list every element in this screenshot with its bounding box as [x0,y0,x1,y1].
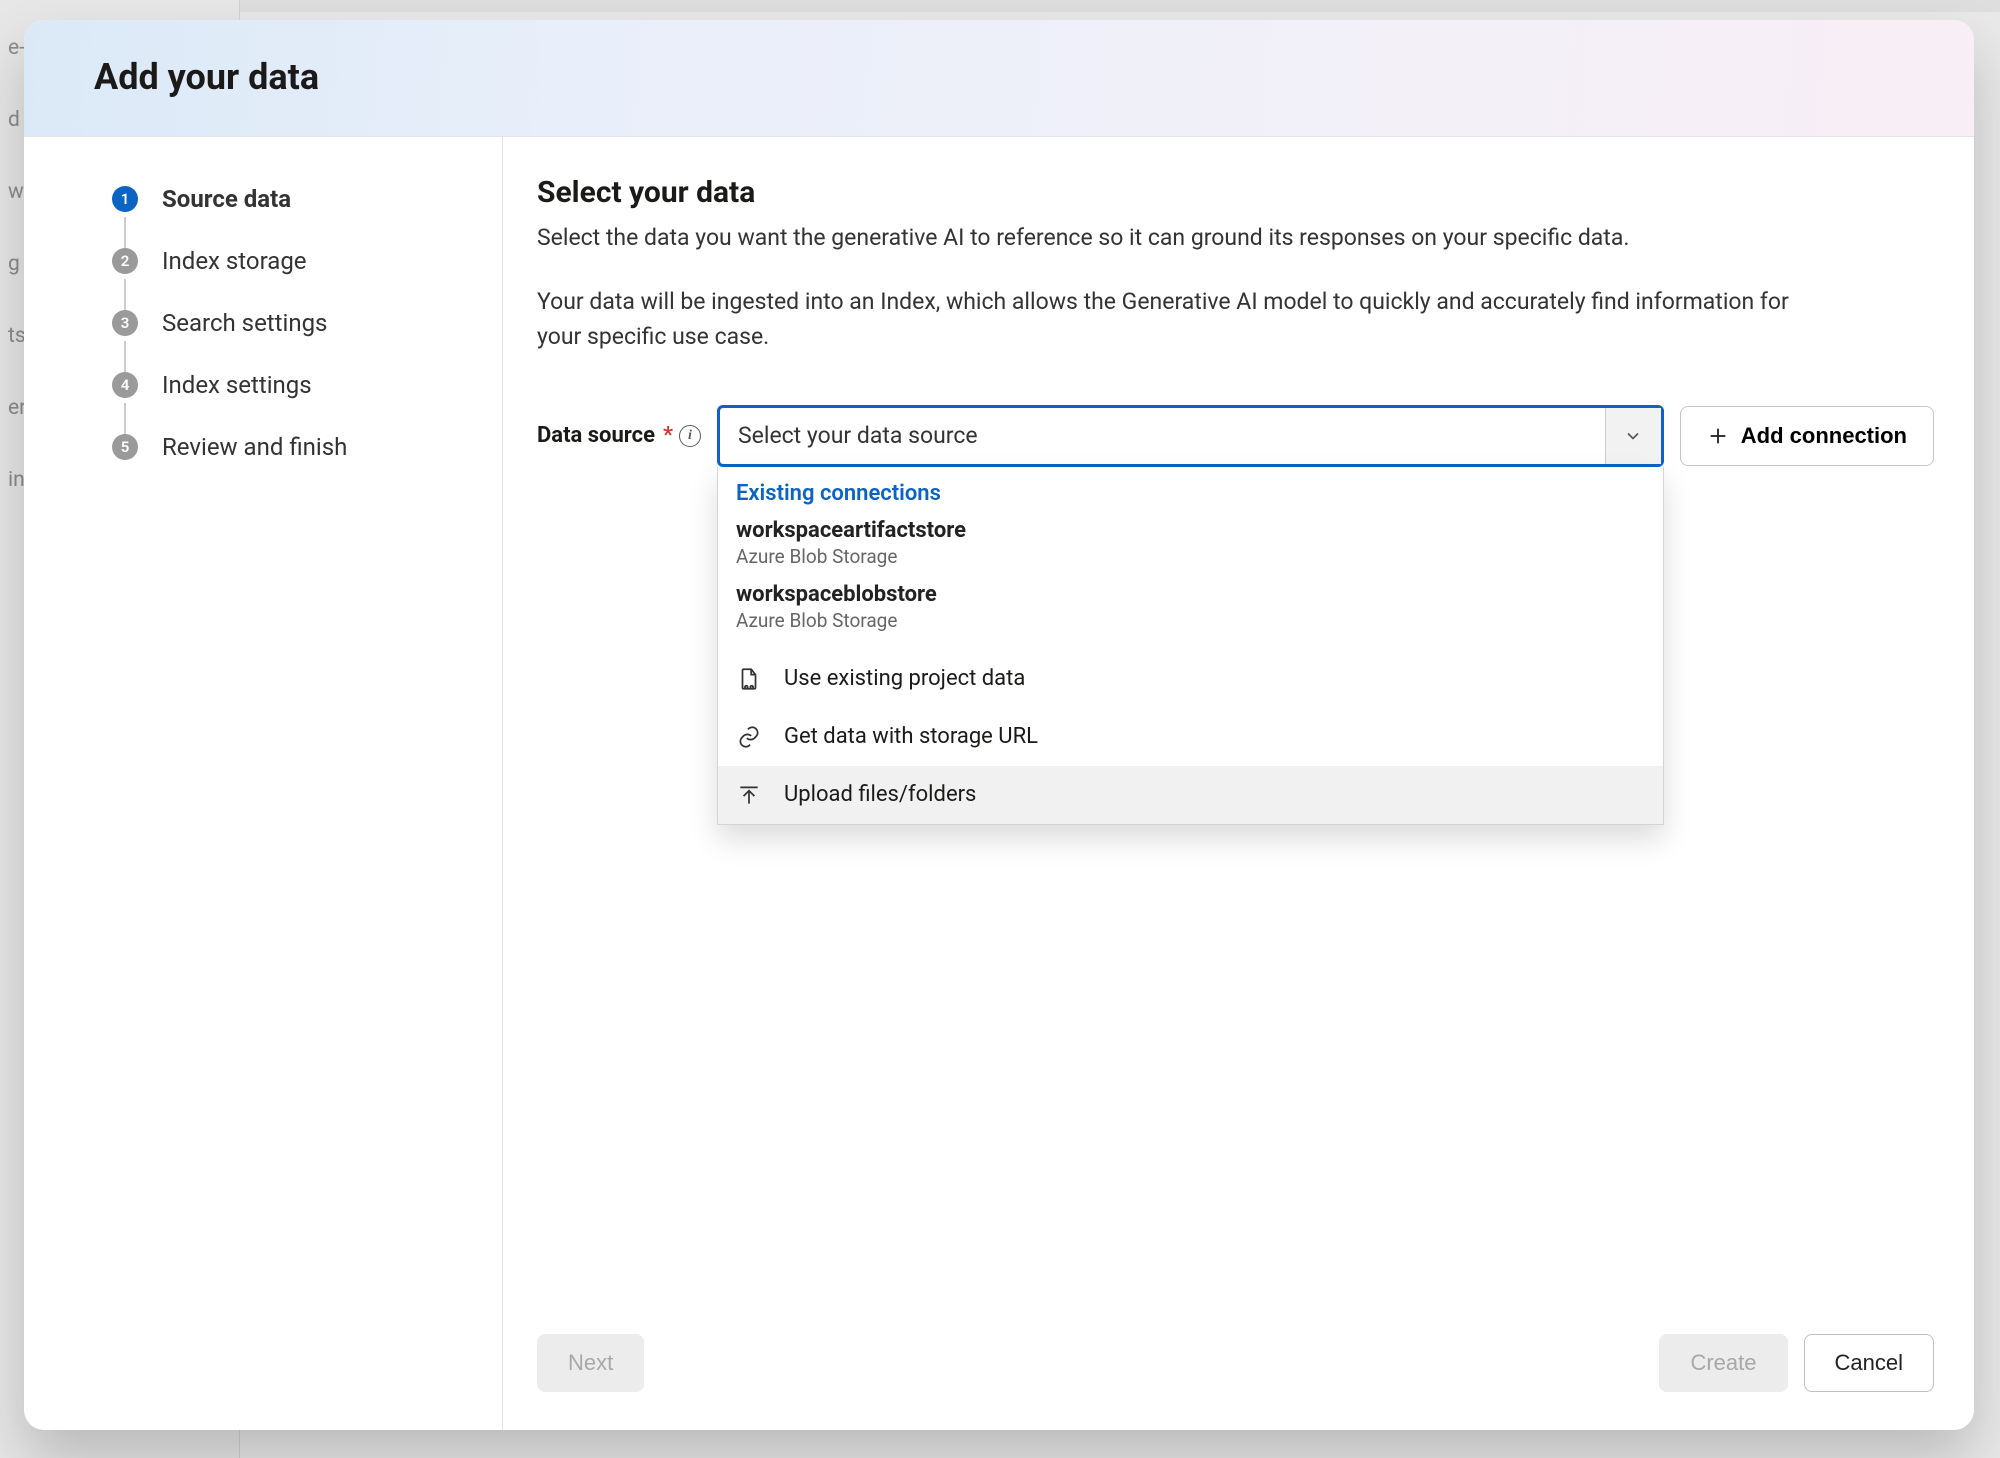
data-source-label: Data source * i [537,423,701,448]
step-number-badge: 5 [112,434,138,460]
step-label: Source data [162,185,291,213]
wizard-steps-nav: 1 Source data 2 Index storage 3 Search settin… [24,137,503,1430]
connection-option-workspaceartifactstore[interactable]: workspaceartifactstoreAzure Blob Storage [718,512,1663,576]
connection-name: workspaceartifactstore [736,518,1645,543]
data-source-combobox[interactable]: Select your data source [717,405,1664,467]
add-your-data-dialog: Add your data 1 Source data 2 Index storage… [24,20,1974,1430]
dropdown-action-get-data-with-storage-url[interactable]: Get data with storage URL [718,708,1663,766]
step-source-data[interactable]: 1 Source data [112,177,482,221]
step-label: Index storage [162,247,307,275]
data-source-dropdown: Existing connections workspaceartifactst… [717,467,1664,825]
step-index-storage[interactable]: 2 Index storage [112,239,482,283]
content-intro-2: Your data will be ingested into an Index… [537,284,1817,355]
content-heading: Select your data [537,175,1934,210]
step-label: Review and finish [162,433,347,461]
step-index-settings[interactable]: 4 Index settings [112,363,482,407]
cancel-button[interactable]: Cancel [1804,1334,1934,1392]
add-connection-button[interactable]: Add connection [1680,406,1934,466]
data-source-field-row: Data source * i Select your data source … [537,405,1934,467]
data-source-placeholder: Select your data source [720,408,1605,464]
dropdown-section-existing-connections: Existing connections [718,467,1663,512]
info-icon[interactable]: i [679,425,701,447]
content-intro-1: Select the data you want the generative … [537,220,1817,256]
dropdown-action-label: Upload files/folders [784,782,976,807]
background-top-strip [240,0,2000,12]
data-source-label-text: Data source [537,423,655,448]
wizard-step-content: Select your data Select the data you wan… [503,137,1974,1430]
wizard-footer: Next Create Cancel [537,1310,1934,1410]
connection-name: workspaceblobstore [736,582,1645,607]
connection-type: Azure Blob Storage [736,609,1645,632]
link-icon [736,724,762,750]
step-number-badge: 2 [112,248,138,274]
connection-option-workspaceblobstore[interactable]: workspaceblobstoreAzure Blob Storage [718,576,1663,640]
data-source-combobox-wrap: Select your data source Existing connect… [717,405,1664,467]
step-number-badge: 3 [112,310,138,336]
file-data-icon [736,666,762,692]
upload-icon [736,782,762,808]
chevron-down-icon [1605,408,1661,464]
dropdown-action-label: Get data with storage URL [784,724,1038,749]
add-connection-label: Add connection [1741,423,1907,449]
connection-type: Azure Blob Storage [736,545,1645,568]
step-review-and-finish[interactable]: 5 Review and finish [112,425,482,469]
step-label: Search settings [162,309,327,337]
create-button[interactable]: Create [1659,1334,1787,1392]
step-label: Index settings [162,371,312,399]
required-indicator: * [663,423,673,448]
dialog-body: 1 Source data 2 Index storage 3 Search settin… [24,137,1974,1430]
dropdown-action-upload-files-folders[interactable]: Upload files/folders [718,766,1663,824]
dropdown-action-use-existing-project-data[interactable]: Use existing project data [718,650,1663,708]
step-search-settings[interactable]: 3 Search settings [112,301,482,345]
dialog-header: Add your data [24,20,1974,137]
step-number-badge: 4 [112,372,138,398]
step-number-badge: 1 [112,186,138,212]
next-button[interactable]: Next [537,1334,644,1392]
dialog-title: Add your data [94,56,1928,98]
dropdown-action-label: Use existing project data [784,666,1025,691]
